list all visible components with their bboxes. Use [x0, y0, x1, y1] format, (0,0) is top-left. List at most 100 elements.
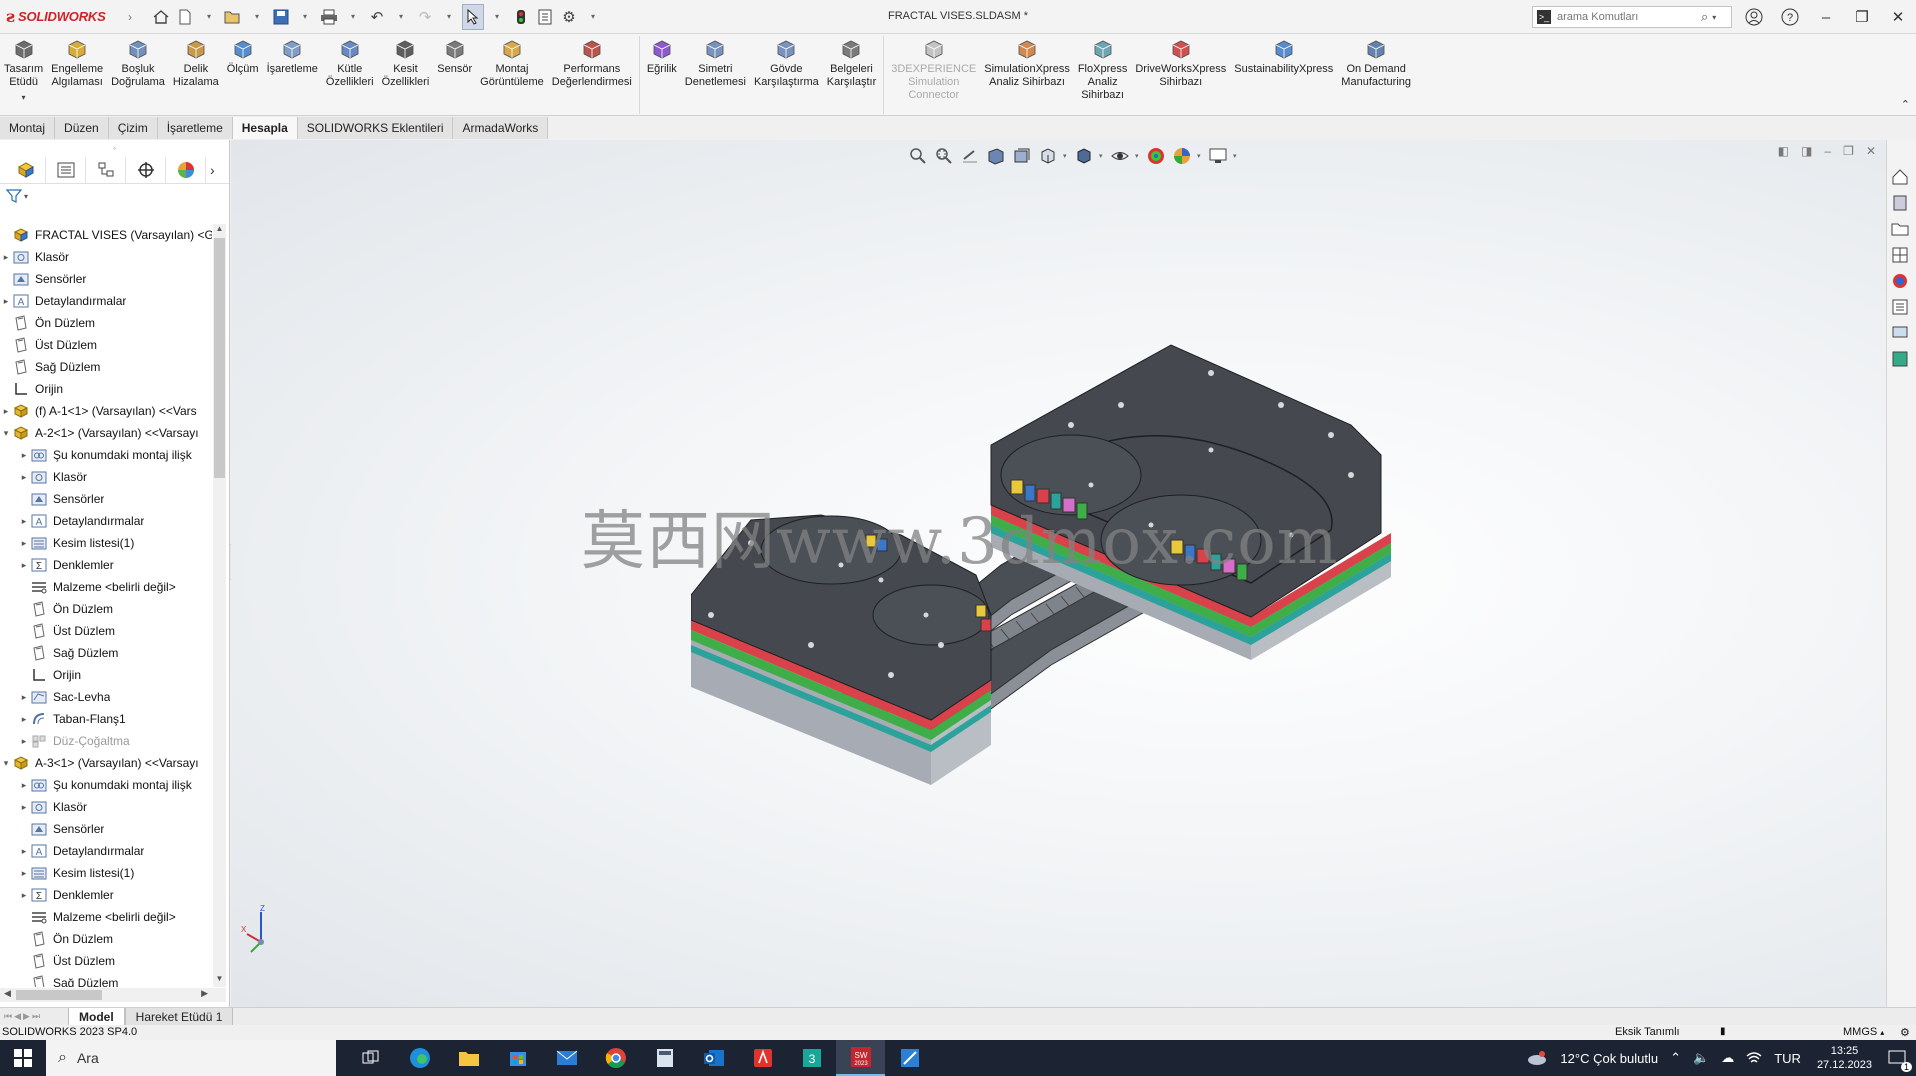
tree-item[interactable]: ▸ A Detaylandırmalar [0, 510, 212, 532]
tab-motion-study[interactable]: Hareket Etüdü 1 [124, 1008, 234, 1025]
close-icon[interactable]: ✕ [1880, 0, 1916, 34]
first-tab-icon[interactable]: ⏮ [4, 1011, 12, 1022]
tree-vertical-scrollbar[interactable]: ▲ ▼ [213, 224, 226, 987]
snipping-tool-icon[interactable] [885, 1040, 934, 1076]
customize-icon[interactable]: ⚙ [1900, 1026, 1910, 1039]
wifi-icon[interactable] [1746, 1051, 1762, 1065]
chevron-down-icon[interactable]: ▾ [1099, 152, 1105, 160]
tree-item[interactable]: ▸ Kesim listesi(1) [0, 532, 212, 554]
unit-system[interactable]: MMGS ▴ [1843, 1026, 1884, 1038]
view-settings-icon[interactable] [1207, 145, 1229, 167]
property-manager-tab-icon[interactable] [46, 156, 86, 183]
chevron-down-icon[interactable]: ▾ [486, 4, 508, 30]
minimize-icon[interactable]: – [1808, 0, 1844, 34]
chevron-down-icon[interactable]: ▾ [1197, 152, 1203, 160]
tree-item[interactable]: Sağ Düzlem [0, 356, 212, 378]
egrilik-button[interactable]: Eğrilik [643, 34, 681, 116]
last-tab-icon[interactable]: ⏭ [32, 1011, 40, 1022]
next-tab-icon[interactable]: ▶ [23, 1011, 30, 1022]
tree-item[interactable]: ▸ Düz-Çoğaltma [0, 730, 212, 752]
prev-tab-icon[interactable]: ◀ [14, 1011, 21, 1022]
design-library-icon[interactable] [1891, 194, 1909, 215]
tab-hesapla[interactable]: Hesapla [232, 117, 298, 139]
taskbar-search[interactable]: ⌕ Ara [46, 1040, 336, 1076]
tree-item[interactable]: Üst Düzlem [0, 950, 212, 972]
tree-horizontal-scrollbar[interactable]: ◀ ▶ [0, 988, 226, 1002]
tree-item[interactable]: ▸ Klasör [0, 466, 212, 488]
expand-arrow-icon[interactable]: ▸ [18, 802, 30, 813]
redo-icon[interactable]: ↷ [414, 4, 436, 30]
calculator-icon[interactable] [640, 1040, 689, 1076]
apply-scene-icon[interactable] [1171, 145, 1193, 167]
dynamic-annotation-view-icon[interactable] [1011, 145, 1033, 167]
isaretleme-button[interactable]: İşaretleme [263, 34, 322, 116]
tree-item[interactable]: Orijin [0, 664, 212, 686]
microsoft-store-icon[interactable] [493, 1040, 542, 1076]
floxpress-button[interactable]: FloXpress Analiz Sihirbazı [1074, 34, 1132, 116]
outlook-icon[interactable] [689, 1040, 738, 1076]
kesit-button[interactable]: Kesit Özellikleri [378, 34, 434, 116]
bosluk-button[interactable]: Boşluk Doğrulama [107, 34, 169, 116]
zoom-to-fit-icon[interactable] [907, 145, 929, 167]
solidworks-resources-icon[interactable] [1891, 168, 1909, 189]
3dexperience-marketplace-icon[interactable] [1891, 350, 1909, 371]
appearances-icon[interactable] [1891, 272, 1909, 293]
tree-item[interactable]: Ön Düzlem [0, 928, 212, 950]
fractal-vise-model[interactable] [691, 315, 1451, 865]
tree-item[interactable]: ▸ Kesim listesi(1) [0, 862, 212, 884]
scroll-left-icon[interactable]: ◀ [4, 988, 11, 999]
chevron-down-icon[interactable]: ▾ [1135, 152, 1141, 160]
rebuild-status-icon[interactable]: ▮ [1720, 1026, 1726, 1037]
expand-arrow-icon[interactable]: ▸ [18, 692, 30, 703]
minimize-icon[interactable]: – [1824, 144, 1831, 158]
close-icon[interactable]: ✕ [1866, 144, 1876, 158]
performans-button[interactable]: Performans Değerlendirmesi [548, 34, 636, 116]
language-indicator[interactable]: TUR [1774, 1051, 1801, 1066]
tree-item[interactable]: Sağ Düzlem [0, 642, 212, 664]
tree-item[interactable]: Orijin [0, 378, 212, 400]
tab-solidworks-eklentileri[interactable]: SOLIDWORKS Eklentileri [297, 117, 454, 139]
expand-arrow-icon[interactable]: ▸ [18, 780, 30, 791]
chevron-down-icon[interactable]: ▾ [22, 91, 26, 104]
save-icon[interactable] [270, 4, 292, 30]
expand-arrow-icon[interactable]: ▸ [18, 538, 30, 549]
tree-item[interactable]: Sensörler [0, 488, 212, 510]
print-icon[interactable] [318, 4, 340, 30]
solidworks-forum-icon[interactable] [1891, 324, 1909, 345]
chevron-down-icon[interactable]: ▾ [1063, 152, 1069, 160]
configuration-manager-tab-icon[interactable] [86, 156, 126, 183]
tasarim-button[interactable]: Tasarım Etüdü ▾ [0, 34, 47, 116]
3dexperience-app-icon[interactable]: 3 [787, 1040, 836, 1076]
select-pointer-icon[interactable] [462, 3, 484, 30]
tree-item[interactable]: ▸ Taban-Flanş1 [0, 708, 212, 730]
kutle-button[interactable]: Kütle Özellikleri [322, 34, 378, 116]
display-style-icon[interactable] [1073, 145, 1095, 167]
new-document-icon[interactable] [174, 4, 196, 30]
file-explorer-icon[interactable] [1891, 220, 1909, 241]
ondemand-button[interactable]: On Demand Manufacturing [1337, 34, 1415, 116]
olcum-button[interactable]: Ölçüm [223, 34, 263, 116]
expand-arrow-icon[interactable]: ▸ [18, 736, 30, 747]
chevron-down-icon[interactable]: ▾ [390, 4, 412, 30]
tree-item[interactable]: Malzeme <belirli değil> [0, 576, 212, 598]
collapse-arrow-icon[interactable]: ▾ [0, 428, 12, 439]
tree-item[interactable]: Sensörler [0, 818, 212, 840]
expand-arrow-icon[interactable]: ▸ [0, 406, 12, 417]
tab-i-şaretleme[interactable]: İşaretleme [157, 117, 233, 139]
display-manager-tab-icon[interactable] [166, 156, 206, 183]
options-gear-icon[interactable]: ⚙ [558, 4, 580, 30]
scrollbar-thumb[interactable] [214, 238, 225, 478]
tab-montaj[interactable]: Montaj [0, 117, 56, 139]
sustainability-button[interactable]: SustainabilityXpress [1230, 34, 1337, 116]
restore-icon[interactable]: ❐ [1844, 0, 1880, 34]
tree-item[interactable]: ▸ A Detaylandırmalar [0, 840, 212, 862]
tree-item[interactable]: ▸ Sac-Levha [0, 686, 212, 708]
tree-item[interactable]: Üst Düzlem [0, 620, 212, 642]
scroll-right-icon[interactable]: ▶ [201, 988, 208, 999]
onedrive-icon[interactable]: ☁ [1721, 1050, 1734, 1066]
expand-arrow-icon[interactable]: ▸ [18, 868, 30, 879]
tree-item[interactable]: Sensörler [0, 268, 212, 290]
sensor-button[interactable]: Sensör [433, 34, 476, 116]
filter-icon[interactable] [6, 189, 22, 203]
tab-navigation-arrows[interactable]: ⏮ ◀ ▶ ⏭ [0, 1011, 68, 1022]
